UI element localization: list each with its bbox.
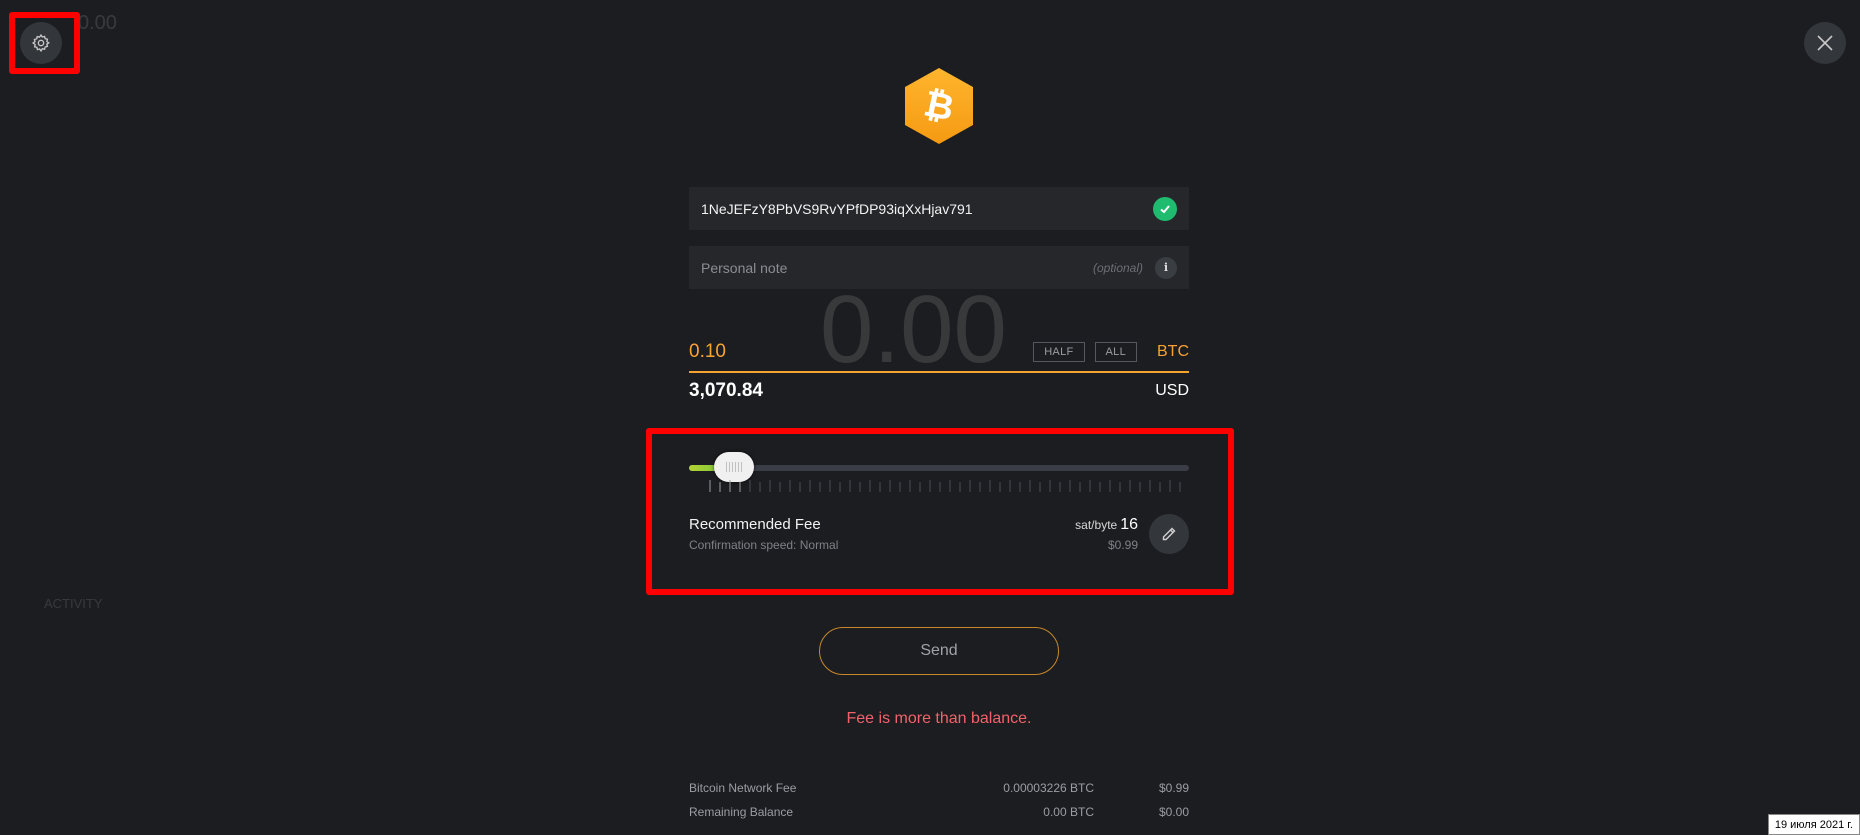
fee-rate-value: 16 [1120,516,1138,533]
close-button[interactable] [1804,22,1846,64]
usd-unit: USD [1155,382,1189,399]
close-icon [1817,35,1833,51]
amount-value[interactable]: 0.10 [689,341,1023,363]
bg-balance: 0.00 [78,12,117,34]
send-button[interactable]: Send [819,627,1059,675]
summary-btc: 0.00 BTC [1043,805,1094,819]
bg-activity-tab: ACTIVITY [44,596,103,611]
address-field[interactable]: 1NeJEFzY8PbVS9RvYPfDP93iqXxHjav791 [689,187,1189,230]
summary-label: Remaining Balance [689,805,794,819]
pencil-icon [1162,527,1176,541]
half-button[interactable]: HALF [1033,342,1085,362]
fee-slider-ticks [709,480,1181,492]
fee-title: Recommended Fee [689,516,821,533]
date-badge: 19 июля 2021 г. [1767,814,1860,835]
usd-amount-row[interactable]: 3,070.84 USD [689,380,1189,402]
address-value: 1NeJEFzY8PbVS9RvYPfDP93iqXxHjav791 [701,200,973,217]
amount-input-row[interactable]: 0.10 HALF ALL BTC [689,333,1189,373]
summary-label: Bitcoin Network Fee [689,781,797,795]
personal-note-input[interactable] [701,259,1093,276]
summary-usd: $0.99 [1158,781,1189,795]
error-message: Fee is more than balance. [846,710,1032,727]
all-button[interactable]: ALL [1094,342,1137,362]
personal-note-field[interactable]: (optional) i [689,246,1189,289]
bitcoin-icon: ₿ [905,68,973,144]
summary-btc: 0.00003226 BTC [1003,781,1094,795]
fee-subtitle: Confirmation speed: Normal [689,538,839,552]
summary-row: Bitcoin Network Fee 0.00003226 BTC $0.99 [689,776,1189,800]
check-icon [1153,196,1177,221]
usd-value[interactable]: 3,070.84 [689,380,1155,402]
summary-table: Bitcoin Network Fee 0.00003226 BTC $0.99… [689,776,1189,824]
fee-rate-label: sat/byte [1075,518,1118,532]
edit-fee-button[interactable] [1149,514,1189,554]
fee-slider-thumb[interactable] [714,452,754,482]
fee-slider[interactable] [689,452,1189,482]
summary-row: Remaining Balance 0.00 BTC $0.00 [689,800,1189,824]
info-icon[interactable]: i [1155,256,1177,279]
fee-rate: sat/byte 16 [1030,516,1138,534]
settings-highlight-box [9,12,80,74]
amount-unit: BTC [1157,343,1189,360]
fee-usd: $0.99 [1107,538,1138,552]
grip-icon [726,462,742,472]
summary-usd: $0.00 [1158,805,1189,819]
optional-label: (optional) [1092,260,1143,275]
